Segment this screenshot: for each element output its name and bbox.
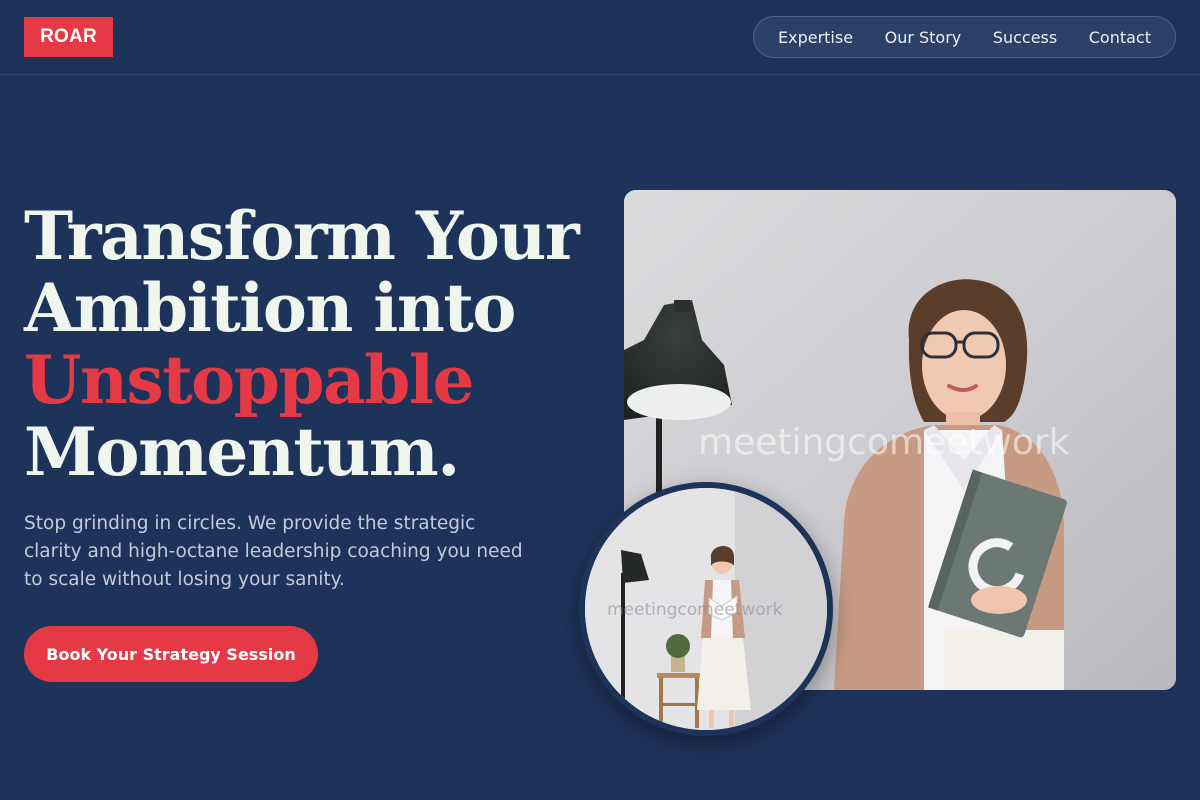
nav-link-expertise[interactable]: Expertise	[778, 28, 853, 47]
nav-link-our-story[interactable]: Our Story	[885, 28, 962, 47]
hero-headline: Transform Your Ambition into Unstoppable…	[24, 200, 584, 488]
inset-watermark-text: meetingcomeetwork	[607, 600, 783, 620]
hero-subtext: Stop grinding in circles. We provide the…	[24, 513, 523, 590]
headline-line-1: Transform Your	[24, 197, 580, 275]
site-header: ROAR Expertise Our Story Success Contact	[0, 0, 1200, 75]
nav-link-success[interactable]: Success	[993, 28, 1057, 47]
nav-link-contact[interactable]: Contact	[1089, 28, 1151, 47]
headline-accent: Unstoppable	[24, 341, 474, 419]
coach-full-length-photo: meetingcomeetwork	[579, 482, 833, 736]
main-nav: Expertise Our Story Success Contact	[753, 16, 1176, 58]
headline-line-2: Ambition into	[24, 269, 516, 347]
book-strategy-session-button[interactable]: Book Your Strategy Session	[24, 626, 318, 682]
logo[interactable]: ROAR	[24, 17, 113, 57]
headline-line-4: Momentum.	[24, 413, 460, 491]
watermark-text: meetingcomeetwork	[698, 422, 1070, 463]
